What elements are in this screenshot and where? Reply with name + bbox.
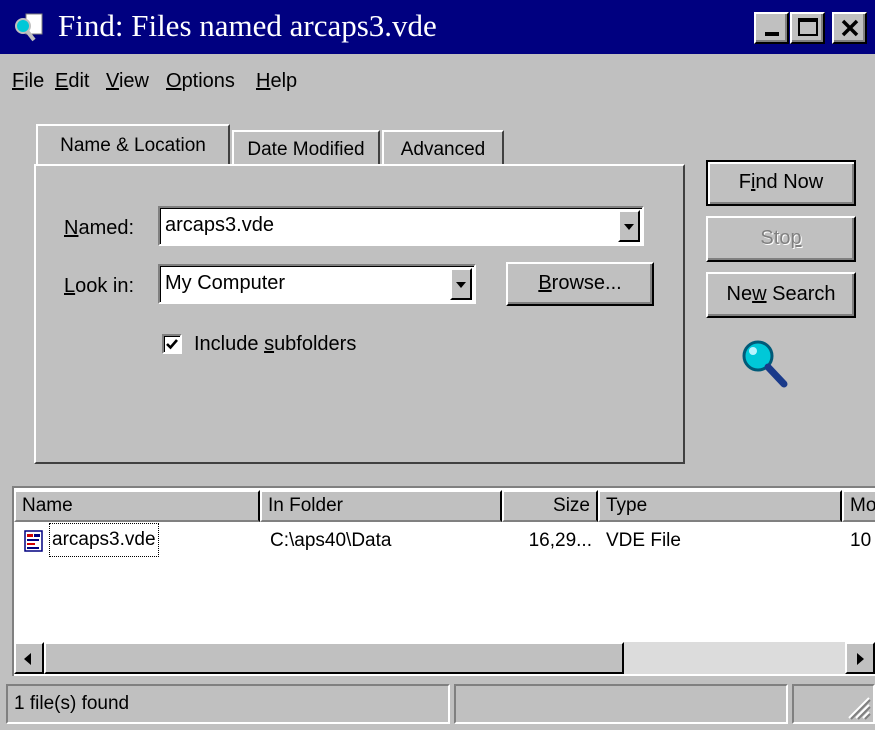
tab-name-location[interactable]: Name & Location bbox=[36, 124, 230, 164]
find-window-icon bbox=[12, 12, 46, 44]
named-dropdown-arrow-icon[interactable] bbox=[618, 210, 640, 242]
arrow-left-icon bbox=[24, 653, 31, 665]
status-pane-2 bbox=[454, 684, 788, 724]
maximize-button[interactable] bbox=[790, 12, 825, 44]
named-input[interactable]: arcaps3.vde bbox=[165, 214, 274, 236]
minimize-button[interactable] bbox=[754, 12, 789, 44]
menu-edit[interactable]: Edit bbox=[55, 64, 89, 98]
scroll-thumb[interactable] bbox=[44, 642, 624, 674]
vde-file-icon bbox=[24, 530, 44, 552]
new-search-button[interactable]: New Search bbox=[706, 272, 856, 318]
column-header-name[interactable]: Name bbox=[14, 490, 260, 522]
column-header-in-folder[interactable]: In Folder bbox=[260, 490, 502, 522]
result-name[interactable]: arcaps3.vde bbox=[49, 523, 159, 557]
named-label: Named: bbox=[64, 217, 135, 239]
column-header-size[interactable]: Size bbox=[502, 490, 598, 522]
column-header-type[interactable]: Type bbox=[598, 490, 842, 522]
scroll-right-button[interactable] bbox=[845, 642, 875, 674]
menu-file[interactable]: File bbox=[12, 64, 44, 98]
menu-view[interactable]: View bbox=[106, 64, 149, 98]
table-row[interactable]: arcaps3.vde C:\aps40\Data 16,29... VDE F… bbox=[14, 523, 875, 558]
status-text: 1 file(s) found bbox=[6, 684, 450, 724]
menu-options[interactable]: Options bbox=[166, 64, 235, 98]
include-subfolders-label[interactable]: Include subfolders bbox=[194, 330, 356, 358]
tab-panel: Named: arcaps3.vde Look in: My Computer … bbox=[34, 164, 685, 464]
include-subfolders-checkbox[interactable] bbox=[162, 334, 182, 354]
result-type: VDE File bbox=[606, 530, 681, 551]
tab-date-modified[interactable]: Date Modified bbox=[232, 130, 380, 166]
title-bar[interactable]: Find: Files named arcaps3.vde bbox=[0, 0, 875, 54]
horizontal-scrollbar[interactable] bbox=[14, 642, 875, 674]
column-header-modified[interactable]: Mo bbox=[842, 490, 875, 522]
resize-grip-icon[interactable] bbox=[845, 694, 871, 720]
close-button[interactable] bbox=[832, 12, 867, 44]
menu-help[interactable]: Help bbox=[256, 64, 297, 98]
window-title: Find: Files named arcaps3.vde bbox=[58, 8, 437, 43]
close-icon bbox=[841, 19, 859, 37]
lookin-label: Look in: bbox=[64, 275, 135, 297]
lookin-value[interactable]: My Computer bbox=[165, 272, 285, 294]
status-pane-3 bbox=[792, 684, 875, 724]
browse-button[interactable]: Browse... bbox=[506, 262, 654, 306]
result-folder: C:\aps40\Data bbox=[270, 530, 392, 551]
result-modified: 10 bbox=[850, 530, 872, 551]
find-now-button[interactable]: Find Now bbox=[706, 160, 856, 206]
tab-advanced[interactable]: Advanced bbox=[382, 130, 504, 166]
magnifying-glass-icon bbox=[736, 334, 796, 394]
stop-button[interactable]: Stop bbox=[706, 216, 856, 262]
result-size: 16,29... bbox=[528, 530, 592, 551]
scroll-left-button[interactable] bbox=[14, 642, 44, 674]
lookin-dropdown-arrow-icon[interactable] bbox=[450, 268, 472, 300]
lookin-combobox[interactable]: My Computer bbox=[158, 264, 476, 304]
menu-bar: File Edit View Options Help bbox=[0, 64, 875, 98]
arrow-right-icon bbox=[857, 653, 864, 665]
named-combobox[interactable]: arcaps3.vde bbox=[158, 206, 644, 246]
checkmark-icon bbox=[166, 339, 178, 350]
